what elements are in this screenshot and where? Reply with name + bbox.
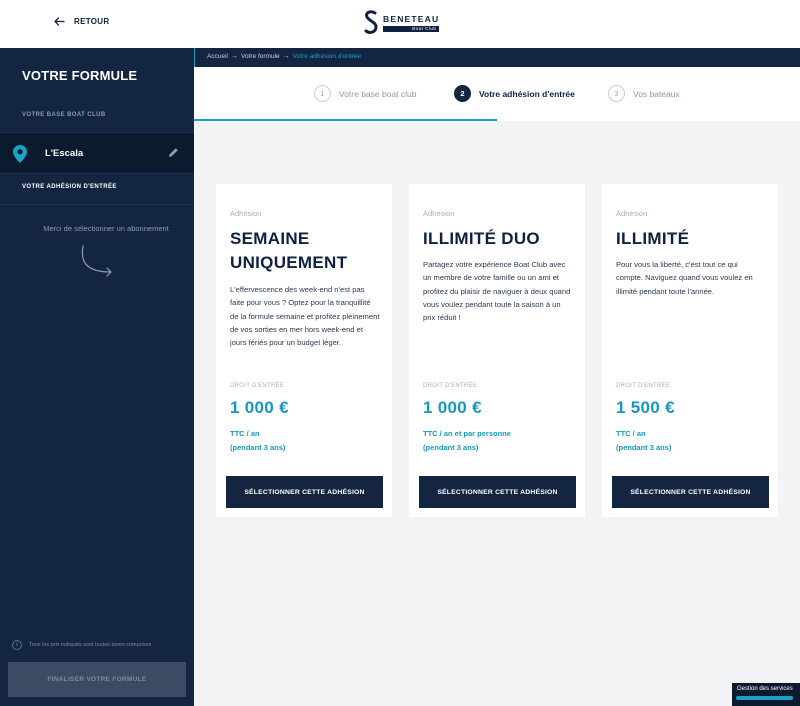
- step-label: Votre base boat club: [339, 88, 417, 99]
- base-section-label: VOTRE BASE BOAT CLUB: [22, 112, 106, 118]
- card-tag: Adhésion: [616, 209, 648, 218]
- services-label: Gestion des services: [737, 686, 793, 692]
- card-price: 1 000 €: [423, 398, 482, 417]
- card-title: SEMAINE UNIQUEMENT: [230, 229, 348, 272]
- adhesion-section-label: VOTRE ADHÉSION D'ENTRÉE: [22, 184, 117, 190]
- breadcrumb-formule[interactable]: Votre formule: [241, 53, 280, 60]
- price-note-line2: (pendant 3 ans): [423, 442, 479, 452]
- card-description: Partagez votre expérience Boat Club avec…: [423, 260, 571, 323]
- finalize-button[interactable]: FINALISER VOTRE FORMULE: [8, 662, 186, 697]
- price-label: DROIT D'ENTRÉE: [423, 383, 478, 389]
- price-label: DROIT D'ENTRÉE: [230, 383, 285, 389]
- card-tag: Adhésion: [230, 209, 262, 218]
- card-title: ILLIMITÉ DUO: [423, 229, 540, 248]
- price-label: DROIT D'ENTRÉE: [616, 383, 671, 389]
- select-adhesion-button[interactable]: SÉLECTIONNER CETTE ADHÉSION: [226, 476, 383, 508]
- card-price: 1 500 €: [616, 398, 675, 417]
- breadcrumb-current: Votre adhésion d'entrée: [292, 53, 362, 60]
- top-header: RETOUR BENETEAU Boat Club: [0, 0, 800, 48]
- logo-name: BENETEAU: [383, 14, 440, 24]
- card-title: ILLIMITÉ: [616, 229, 690, 248]
- selected-base[interactable]: L'Escala: [0, 132, 194, 174]
- tax-info-text: Tous les prix indiqués sont toutes taxes…: [29, 642, 152, 648]
- base-name: L'Escala: [45, 148, 84, 159]
- card-description: Pour vous la liberté, c'est tout ce qui …: [616, 260, 753, 296]
- card-description: L'effervescence des week-end n'est pas f…: [230, 285, 380, 348]
- empty-selection-message: Merci de sélectionner un abonnement: [43, 224, 169, 233]
- breadcrumb: Accueil → Votre formule → Votre adhésion…: [207, 53, 361, 60]
- price-note-line2: (pendant 3 ans): [616, 442, 672, 452]
- price-note: TTC / an (pendant 3 ans): [616, 427, 671, 454]
- step-adhesion[interactable]: 2 Votre adhésion d'entrée: [454, 85, 575, 102]
- step-label: Vos bateaux: [633, 88, 680, 99]
- select-adhesion-button[interactable]: SÉLECTIONNER CETTE ADHÉSION: [419, 476, 576, 508]
- membership-card-illimite: Adhésion ILLIMITÉ Pour vous la liberté, …: [602, 184, 778, 517]
- logo-s-icon: [364, 10, 378, 34]
- info-icon: i: [12, 640, 22, 650]
- tax-info: i Tous les prix indiqués sont toutes tax…: [12, 640, 151, 650]
- breadcrumb-separator: →: [230, 53, 238, 60]
- price-note-line2: (pendant 3 ans): [230, 442, 286, 452]
- price-note: TTC / an et par personne (pendant 3 ans): [423, 427, 511, 454]
- step-bateaux[interactable]: 3 Vos bateaux: [608, 85, 680, 102]
- breadcrumb-home[interactable]: Accueil: [207, 53, 228, 60]
- sidebar: VOTRE FORMULE VOTRE BASE BOAT CLUB L'Esc…: [0, 48, 194, 706]
- beneteau-logo[interactable]: BENETEAU Boat Club: [364, 10, 440, 36]
- services-toggle-bar: [736, 696, 793, 700]
- active-step-indicator: [194, 119, 497, 121]
- step-label: Votre adhésion d'entrée: [479, 88, 575, 99]
- progress-steps: 1 Votre base boat club 2 Votre adhésion …: [194, 67, 800, 121]
- back-button[interactable]: RETOUR: [54, 17, 109, 26]
- pencil-icon[interactable]: [168, 147, 179, 158]
- step-number: 3: [608, 85, 625, 102]
- step-number: 1: [314, 85, 331, 102]
- back-label: RETOUR: [74, 17, 110, 26]
- membership-card-semaine: Adhésion SEMAINE UNIQUEMENT L'effervesce…: [216, 184, 392, 517]
- step-base[interactable]: 1 Votre base boat club: [314, 85, 417, 102]
- price-note-line1: TTC / an: [230, 429, 260, 438]
- select-adhesion-button[interactable]: SÉLECTIONNER CETTE ADHÉSION: [612, 476, 769, 508]
- card-tag: Adhésion: [423, 209, 455, 218]
- breadcrumb-bar: Accueil → Votre formule → Votre adhésion…: [194, 48, 800, 67]
- sidebar-divider: [0, 204, 194, 205]
- card-price: 1 000 €: [230, 398, 289, 417]
- sidebar-title: VOTRE FORMULE: [22, 68, 138, 83]
- services-management-widget[interactable]: Gestion des services: [732, 683, 800, 706]
- map-pin-icon: [13, 145, 27, 163]
- price-note-line1: TTC / an: [616, 429, 646, 438]
- breadcrumb-separator: →: [282, 53, 290, 60]
- curved-arrow-icon: [81, 245, 112, 277]
- price-note: TTC / an (pendant 3 ans): [230, 427, 285, 454]
- step-number: 2: [454, 85, 471, 102]
- arrow-left-icon: [54, 17, 65, 26]
- logo-subtitle: Boat Club: [383, 26, 440, 32]
- membership-card-illimite-duo: Adhésion ILLIMITÉ DUO Partagez votre exp…: [409, 184, 585, 517]
- price-note-line1: TTC / an et par personne: [423, 429, 511, 438]
